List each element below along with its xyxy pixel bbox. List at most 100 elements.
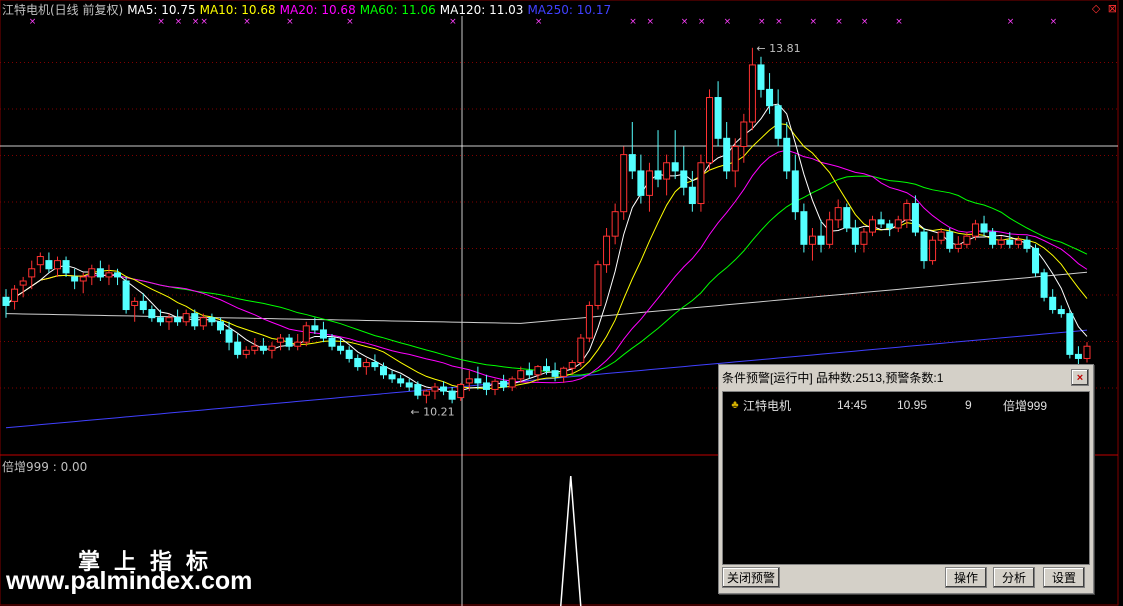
signal-mark: ×	[449, 17, 457, 27]
candle-body	[302, 325, 310, 343]
candle-body	[225, 329, 233, 343]
alert-window[interactable]: 条件预警[运行中] 品种数:2513,预警条数:1 × ♣ 江特电机 14:45…	[718, 364, 1094, 594]
candle-body	[920, 231, 928, 262]
candle-body	[869, 219, 877, 233]
ma20-line	[5, 149, 1088, 384]
candle-body	[354, 357, 362, 368]
candle-body	[139, 300, 147, 311]
candle-body	[654, 170, 662, 180]
signal-mark: ×	[535, 17, 543, 27]
candle-body	[79, 276, 87, 282]
bell-icon: ♣	[731, 399, 739, 411]
candle-body	[706, 97, 714, 164]
candle-body	[585, 304, 593, 339]
stock-title: 江特电机(日线 前复权)	[2, 3, 124, 17]
candle-body	[500, 380, 508, 388]
candle-body	[791, 170, 799, 213]
sub-indicator-label: 倍增999 : 0.00	[2, 460, 88, 474]
ma-legend-item: MA60: 11.06	[359, 3, 436, 17]
signal-mark: ×	[243, 17, 251, 27]
candle-body	[911, 203, 919, 233]
candle-body	[1040, 272, 1048, 298]
candle-body	[96, 268, 104, 278]
candle-body	[208, 317, 216, 323]
alert-list[interactable]: ♣ 江特电机 14:45 10.95 9 倍增999	[722, 391, 1090, 565]
candle-body	[371, 362, 379, 368]
candle-body	[680, 170, 688, 188]
signal-mark: ×	[1050, 17, 1058, 27]
signal-mark: ×	[895, 17, 903, 27]
candle-body	[534, 366, 542, 376]
candle-body	[2, 296, 10, 306]
ma-legend-item: MA5: 10.75	[127, 3, 196, 17]
candle-body	[11, 288, 19, 302]
ma120-line	[5, 271, 1088, 324]
candle-body	[122, 280, 130, 311]
signal-mark: ×	[629, 17, 637, 27]
candle-body	[457, 384, 465, 399]
signal-mark: ×	[775, 17, 783, 27]
candle-body	[757, 64, 765, 90]
candle-body	[1049, 296, 1057, 311]
candle-body	[482, 382, 490, 390]
low-price-label: ← 10.21	[410, 405, 454, 418]
close-button[interactable]: ×	[1071, 369, 1089, 386]
signal-mark: ×	[809, 17, 817, 27]
ma-legend-item: MA20: 10.68	[279, 3, 356, 17]
candle-body	[620, 154, 628, 213]
analyze-button[interactable]: 分析	[993, 567, 1035, 588]
sub-indicator-spike	[560, 475, 582, 606]
candle-body	[826, 219, 834, 245]
candle-body	[971, 223, 979, 237]
candle-body	[568, 362, 576, 369]
candle-body	[182, 313, 190, 323]
alert-title-bar[interactable]: 条件预警[运行中] 品种数:2513,预警条数:1 ×	[719, 365, 1093, 389]
ma-legend-item: MA120: 11.03	[439, 3, 524, 17]
candle-body	[808, 235, 816, 245]
candle-body	[465, 378, 473, 384]
candle-body	[259, 345, 267, 351]
settings-button[interactable]: 设置	[1043, 567, 1085, 588]
signal-mark: ×	[200, 17, 208, 27]
candle-body	[88, 268, 96, 278]
candle-body	[980, 223, 988, 233]
high-price-label: ← 13.81	[756, 42, 800, 55]
ma-legend-item: MA250: 10.17	[527, 3, 612, 17]
candle-body	[405, 382, 413, 388]
candle-body	[45, 260, 53, 270]
candle-body	[337, 345, 345, 351]
signal-mark: ×	[681, 17, 689, 27]
operate-button[interactable]: 操作	[945, 567, 987, 588]
candle-body	[637, 170, 645, 196]
candle-body	[397, 378, 405, 384]
candle-body	[440, 386, 448, 392]
signal-mark: ×	[346, 17, 354, 27]
signal-mark: ×	[758, 17, 766, 27]
candle-body	[251, 345, 259, 351]
candle-body	[28, 268, 36, 278]
candle-body	[517, 370, 525, 380]
candle-body	[131, 300, 139, 306]
candle-body	[431, 386, 439, 392]
candle-body	[234, 341, 242, 355]
alert-row[interactable]: ♣ 江特电机 14:45 10.95 9 倍增999	[723, 392, 1089, 414]
alert-price: 10.95	[897, 398, 928, 412]
alert-buttons: 关闭预警 操作 分析 设置	[719, 566, 1093, 590]
watermark-url: www.palmindex.com	[6, 567, 253, 595]
candle-body	[285, 337, 293, 347]
candle-body	[379, 366, 387, 376]
candle-body	[491, 380, 499, 390]
close-alert-button[interactable]: 关闭预警	[722, 567, 780, 588]
alert-count: 9	[965, 398, 972, 412]
ma-legend-item: MA10: 10.68	[199, 3, 276, 17]
candle-body	[937, 231, 945, 241]
candle-body	[148, 309, 156, 319]
candle-body	[19, 280, 27, 286]
corner-icons[interactable]: ◇ ⊠	[1092, 2, 1119, 15]
signal-mark: ×	[861, 17, 869, 27]
candle-body	[156, 317, 164, 323]
candle-body	[1006, 239, 1014, 245]
candle-body	[843, 207, 851, 229]
candle-body	[191, 313, 199, 327]
candle-body	[697, 162, 705, 205]
